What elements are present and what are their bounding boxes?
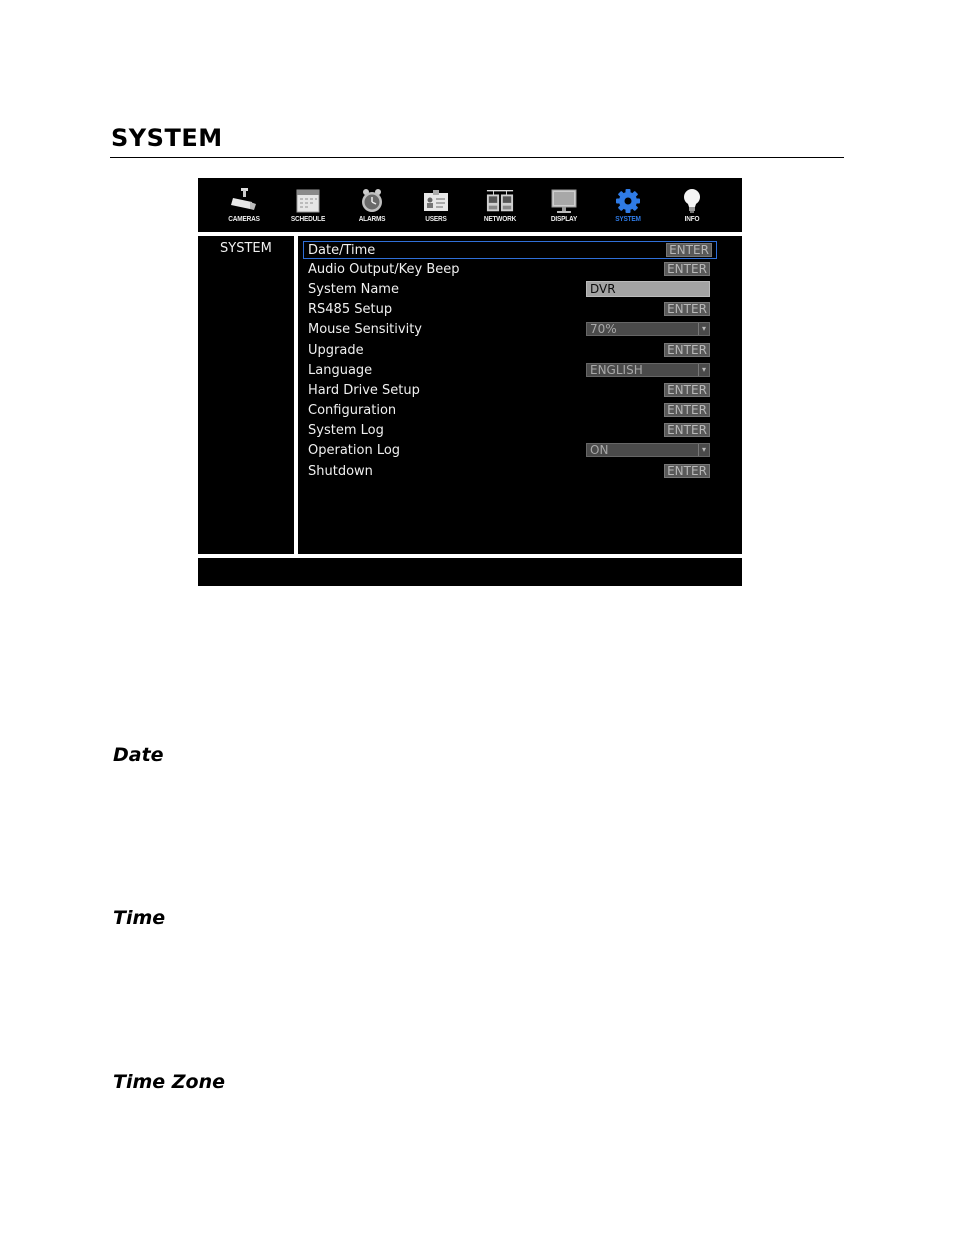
section-heading-time-zone: Time Zone: [113, 1071, 226, 1093]
section-heading-date: Date: [113, 744, 164, 766]
dvr-system-menu-screenshot: CAMERAS SCHEDULE ALARMS USERS NETWORK DI…: [198, 178, 742, 586]
setting-label: Configuration: [308, 403, 397, 418]
setting-row-hard-drive: Hard Drive Setup ENTER: [304, 382, 716, 399]
system-log-enter-button[interactable]: ENTER: [664, 423, 710, 437]
chevron-down-icon: ▾: [698, 323, 709, 335]
setting-label: Hard Drive Setup: [308, 383, 420, 398]
tab-label: NETWORK: [483, 215, 517, 224]
rs485-enter-button[interactable]: ENTER: [664, 302, 710, 316]
tab-info[interactable]: INFO: [660, 186, 724, 232]
tab-label: INFO: [684, 215, 700, 224]
divider: [198, 232, 742, 236]
tab-label: USERS: [425, 215, 447, 224]
chevron-down-icon: ▾: [698, 444, 709, 456]
setting-row-operation-log: Operation Log ON ▾: [304, 442, 716, 459]
title-rule: [110, 157, 844, 158]
divider: [198, 554, 742, 558]
tab-label: CAMERAS: [228, 215, 260, 224]
setting-label: Upgrade: [308, 343, 364, 358]
dropdown-value: ENGLISH: [590, 363, 643, 377]
setting-row-shutdown: Shutdown ENTER: [304, 463, 716, 480]
tab-users[interactable]: USERS: [404, 186, 468, 232]
setting-row-mouse-sensitivity: Mouse Sensitivity 70% ▾: [304, 321, 716, 338]
audio-output-enter-button[interactable]: ENTER: [664, 262, 710, 276]
setting-row-upgrade: Upgrade ENTER: [304, 342, 716, 359]
setting-row-rs485: RS485 Setup ENTER: [304, 301, 716, 318]
monitor-icon: [551, 189, 577, 213]
calendar-icon: [296, 189, 320, 213]
divider: [294, 236, 298, 554]
tab-alarms[interactable]: ALARMS: [340, 186, 404, 232]
setting-row-language: Language ENGLISH ▾: [304, 362, 716, 379]
setting-label: Audio Output/Key Beep: [308, 262, 460, 277]
page-title: SYSTEM: [111, 124, 223, 152]
date-time-enter-button[interactable]: ENTER: [666, 243, 712, 257]
setting-label: System Log: [308, 423, 384, 438]
dropdown-value: 70%: [590, 322, 617, 336]
setting-label: Operation Log: [308, 443, 401, 458]
chevron-down-icon: ▾: [698, 364, 709, 376]
tab-label: ALARMS: [358, 215, 386, 224]
configuration-enter-button[interactable]: ENTER: [664, 403, 710, 417]
language-dropdown[interactable]: ENGLISH ▾: [586, 363, 710, 377]
setting-row-configuration: Configuration ENTER: [304, 402, 716, 419]
gear-icon: [616, 189, 640, 213]
setting-label: Shutdown: [308, 464, 373, 479]
tab-display[interactable]: DISPLAY: [532, 186, 596, 232]
lightbulb-icon: [684, 189, 700, 213]
setting-row-system-name: System Name DVR: [304, 281, 716, 298]
setting-label: System Name: [308, 282, 399, 297]
side-panel-title: SYSTEM: [220, 241, 272, 256]
setting-label: Language: [308, 363, 373, 378]
setting-label: Mouse Sensitivity: [308, 322, 422, 337]
operation-log-dropdown[interactable]: ON ▾: [586, 443, 710, 457]
tab-network[interactable]: NETWORK: [468, 186, 532, 232]
shutdown-enter-button[interactable]: ENTER: [664, 464, 710, 478]
menu-tab-bar: CAMERAS SCHEDULE ALARMS USERS NETWORK DI…: [198, 178, 742, 232]
id-card-icon: [424, 190, 448, 211]
upgrade-enter-button[interactable]: ENTER: [664, 343, 710, 357]
tab-system[interactable]: SYSTEM: [596, 186, 660, 232]
mouse-sensitivity-dropdown[interactable]: 70% ▾: [586, 322, 710, 336]
tab-label: DISPLAY: [550, 215, 578, 224]
setting-label: Date/Time: [308, 243, 376, 258]
tab-label: SYSTEM: [615, 215, 641, 224]
tab-cameras[interactable]: CAMERAS: [212, 186, 276, 232]
setting-row-system-log: System Log ENTER: [304, 422, 716, 439]
alarm-clock-icon: [362, 189, 382, 212]
setting-label: RS485 Setup: [308, 302, 393, 317]
hard-drive-enter-button[interactable]: ENTER: [664, 383, 710, 397]
tab-schedule[interactable]: SCHEDULE: [276, 186, 340, 232]
section-heading-time: Time: [113, 907, 166, 929]
dropdown-value: ON: [590, 443, 609, 457]
setting-row-audio-output: Audio Output/Key Beep ENTER: [304, 261, 716, 278]
camera-icon: [231, 188, 256, 210]
setting-row-date-time[interactable]: Date/Time ENTER: [303, 241, 717, 259]
tab-label: SCHEDULE: [290, 215, 326, 224]
network-icon: [486, 190, 514, 212]
system-name-input[interactable]: DVR: [586, 281, 710, 297]
